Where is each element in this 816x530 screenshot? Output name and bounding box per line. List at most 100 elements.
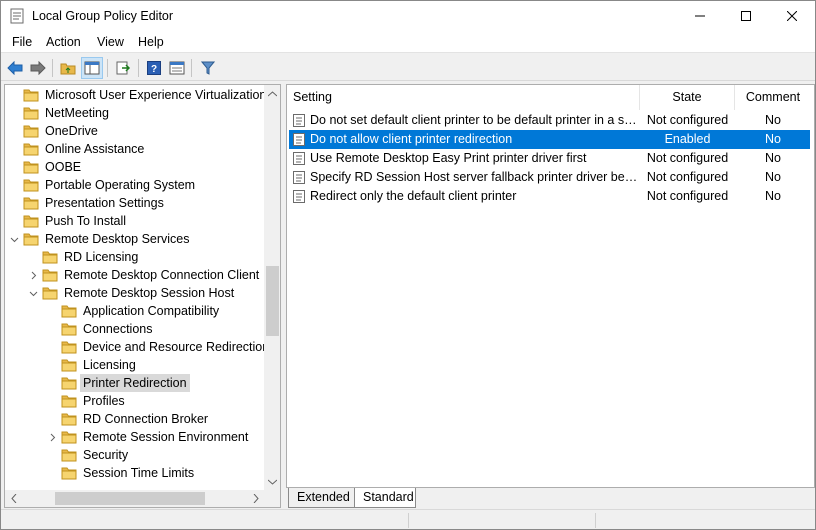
tree-item[interactable]: Profiles: [5, 392, 263, 410]
policy-row[interactable]: Specify RD Session Host server fallback …: [289, 168, 810, 187]
tree-item-label: Presentation Settings: [45, 196, 164, 210]
status-divider: [408, 513, 409, 528]
tab-standard[interactable]: Standard: [354, 488, 416, 508]
policy-setting-icon: [293, 133, 305, 146]
toolbar-separator: [191, 59, 192, 77]
tree-item[interactable]: Push To Install: [5, 212, 263, 230]
up-folder-icon: [60, 63, 76, 75]
close-button[interactable]: [769, 1, 815, 31]
tree-item[interactable]: RD Connection Broker: [5, 410, 263, 428]
policy-comment: No: [765, 132, 781, 146]
tree-vertical-scrollbar[interactable]: [264, 85, 280, 490]
folder-icon: [23, 197, 39, 210]
help-button[interactable]: ?: [143, 57, 165, 79]
export-list-button[interactable]: [112, 57, 134, 79]
show-hide-console-tree-button[interactable]: [81, 57, 103, 79]
tree-item[interactable]: Printer Redirection: [5, 374, 263, 392]
tree-item[interactable]: Licensing: [5, 356, 263, 374]
tree-item-label: OneDrive: [45, 124, 98, 138]
toolbar-separator: [52, 59, 53, 77]
tree-item-label: Profiles: [83, 394, 125, 408]
tree-item-label: Licensing: [83, 358, 136, 372]
policy-comment: No: [765, 170, 781, 184]
forward-button[interactable]: [27, 57, 49, 79]
tree-item[interactable]: RD Licensing: [5, 248, 263, 266]
tree-expanded-toggle[interactable]: [9, 230, 19, 248]
filter-icon: [201, 61, 215, 75]
tree-item[interactable]: Session Time Limits: [5, 464, 263, 482]
tree-item[interactable]: Remote Desktop Session Host: [5, 284, 263, 302]
column-header-state[interactable]: State: [640, 85, 735, 110]
tree-item[interactable]: Connections: [5, 320, 263, 338]
tree-collapsed-toggle[interactable]: [28, 266, 38, 284]
tree-item-label: Session Time Limits: [83, 466, 195, 480]
policy-setting-name: Specify RD Session Host server fallback …: [310, 170, 640, 184]
tree-item[interactable]: Presentation Settings: [5, 194, 263, 212]
tree-item[interactable]: Microsoft User Experience Virtualization: [5, 86, 266, 104]
menu-help[interactable]: Help: [138, 35, 164, 49]
tree-item[interactable]: Remote Session Environment: [5, 428, 263, 446]
scroll-right-button[interactable]: [247, 490, 264, 507]
scroll-down-button[interactable]: [264, 473, 280, 490]
scroll-up-button[interactable]: [264, 85, 280, 102]
back-button[interactable]: [4, 57, 26, 79]
tree-item[interactable]: Remote Desktop Connection Client: [5, 266, 263, 284]
folder-icon: [61, 449, 77, 462]
tree-item[interactable]: Portable Operating System: [5, 176, 263, 194]
menu-view[interactable]: View: [97, 35, 124, 49]
tree-item-label: Remote Desktop Session Host: [64, 286, 235, 300]
folder-icon: [23, 215, 39, 228]
tree-item-label: Security: [83, 448, 129, 462]
chevron-up-icon: [268, 90, 277, 96]
svg-text:?: ?: [151, 64, 157, 75]
policy-settings-list[interactable]: Setting State Comment Do not set default…: [286, 84, 815, 488]
policy-setting-name: Do not set default client printer to be …: [310, 113, 640, 127]
minimize-button[interactable]: [677, 1, 723, 31]
filter-button[interactable]: [197, 57, 219, 79]
policy-row[interactable]: Do not set default client printer to be …: [289, 111, 810, 130]
tree-item[interactable]: Online Assistance: [5, 140, 263, 158]
folder-icon: [23, 143, 39, 156]
tree-item[interactable]: Remote Desktop Services: [5, 230, 263, 248]
scroll-left-button[interactable]: [5, 490, 22, 507]
title-bar[interactable]: Local Group Policy Editor: [1, 1, 815, 31]
tree-item[interactable]: OOBE: [5, 158, 263, 176]
minimize-icon: [695, 15, 705, 17]
menu-action[interactable]: Action: [46, 35, 81, 49]
scrollbar-thumb[interactable]: [266, 266, 279, 336]
column-header-setting[interactable]: Setting: [287, 85, 640, 110]
policy-comment: No: [765, 151, 781, 165]
tree-item-label: Push To Install: [45, 214, 127, 228]
folder-icon: [61, 377, 77, 390]
properties-button[interactable]: [166, 57, 188, 79]
policy-row[interactable]: Do not allow client printer redirection E…: [289, 130, 810, 149]
policy-state: Not configured: [646, 189, 729, 203]
policy-setting-name: Do not allow client printer redirection: [310, 132, 513, 146]
tree-item[interactable]: Device and Resource Redirection: [5, 338, 269, 356]
tree-item[interactable]: Security: [5, 446, 263, 464]
maximize-button[interactable]: [723, 1, 769, 31]
tree-item-label: Remote Session Environment: [83, 430, 249, 444]
console-tree[interactable]: Microsoft User Experience Virtualization…: [4, 84, 281, 508]
tree-item[interactable]: OneDrive: [5, 122, 263, 140]
policy-row[interactable]: Redirect only the default client printer…: [289, 187, 810, 206]
menu-file[interactable]: File: [12, 35, 32, 49]
tree-expanded-toggle[interactable]: [28, 284, 38, 302]
folder-icon: [23, 161, 39, 174]
tree-horizontal-scrollbar[interactable]: [5, 490, 264, 507]
up-one-level-button[interactable]: [57, 57, 79, 79]
scrollbar-thumb[interactable]: [55, 492, 205, 505]
tab-extended[interactable]: Extended: [288, 488, 354, 508]
policy-setting-icon: [293, 114, 305, 127]
tree-item[interactable]: NetMeeting: [5, 104, 263, 122]
tree-item[interactable]: Application Compatibility: [5, 302, 263, 320]
policy-row[interactable]: Use Remote Desktop Easy Print printer dr…: [289, 149, 810, 168]
back-arrow-icon: [7, 61, 23, 75]
show-hide-tree-icon: [84, 61, 100, 75]
scroll-corner: [264, 490, 280, 507]
folder-icon: [61, 359, 77, 372]
tree-item-label: Portable Operating System: [45, 178, 196, 192]
help-icon: ?: [147, 61, 161, 75]
column-header-comment[interactable]: Comment: [735, 85, 811, 110]
tree-collapsed-toggle[interactable]: [47, 428, 57, 446]
